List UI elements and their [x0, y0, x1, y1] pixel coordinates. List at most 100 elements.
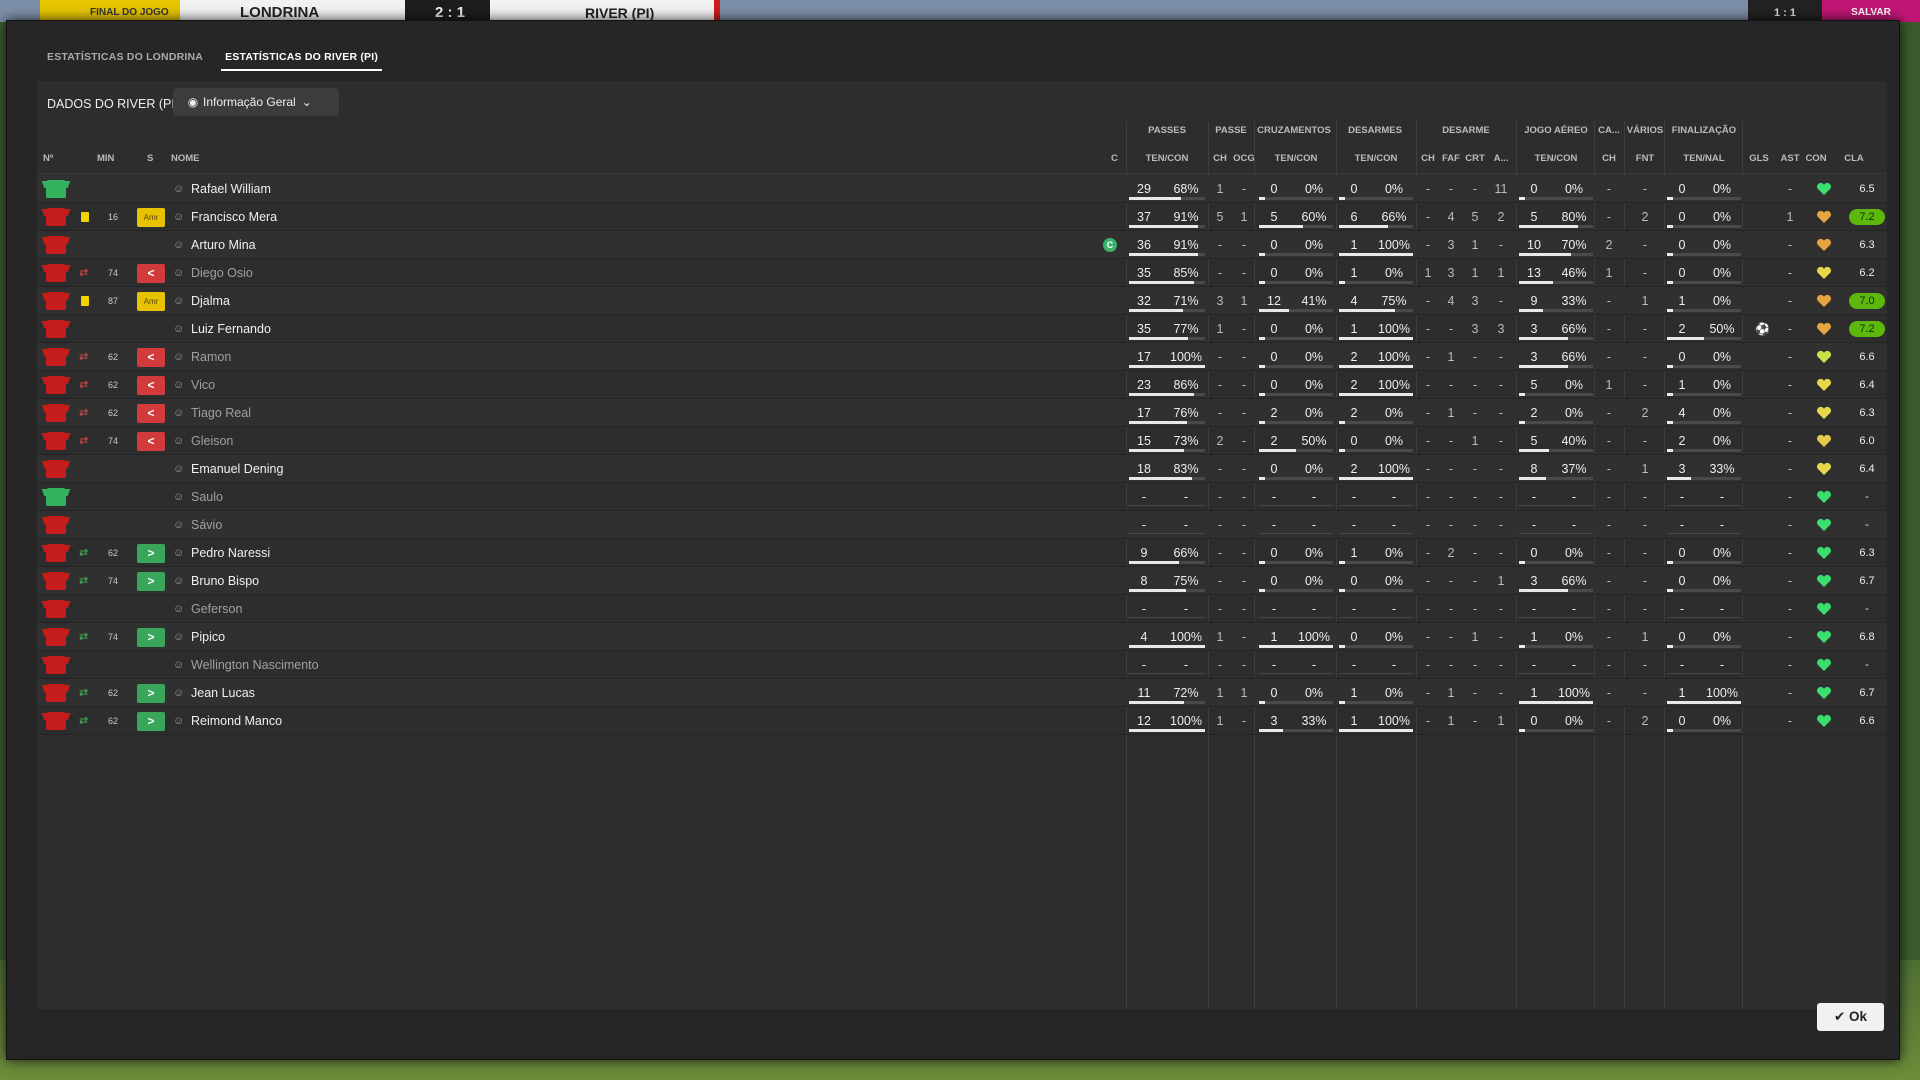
- cru-bar-fill: [1259, 421, 1265, 424]
- header-action[interactable]: SALVAR: [1822, 0, 1920, 22]
- player-name[interactable]: Vico: [191, 371, 215, 399]
- des-bar-track: [1339, 505, 1413, 506]
- player-name[interactable]: Jean Lucas: [191, 679, 255, 707]
- passes-key: -: [1217, 574, 1223, 588]
- player-name[interactable]: Emanuel Dening: [191, 455, 283, 483]
- passes-key: 1: [1216, 630, 1224, 644]
- shirt-icon: [46, 628, 66, 646]
- fouls: -: [1448, 434, 1454, 448]
- des-percent: -: [1391, 658, 1397, 672]
- des-bar-track: [1339, 449, 1413, 452]
- table-row[interactable]: 87 Amr ☺ Djalma 32 71% 3 1 12 41% 4 75% -4 3-9 33% -1 1 0…: [37, 287, 1887, 315]
- event-minute: 16: [107, 212, 118, 222]
- des-bar-fill: [1339, 225, 1388, 228]
- des-bar-track: [1339, 589, 1413, 592]
- cru-bar-fill: [1259, 589, 1265, 592]
- clearances: 1: [1471, 434, 1479, 448]
- player-name[interactable]: Djalma: [191, 287, 230, 315]
- clearances: 3: [1471, 322, 1479, 336]
- table-row[interactable]: ⇄ 74 > ☺ Bruno Bispo 8 75% - -0 0% 0 0% - - -1 3 66% - -0 0…: [37, 567, 1887, 595]
- player-name[interactable]: Pedro Naressi: [191, 539, 270, 567]
- table-row[interactable]: ⇄ 62 < ☺ Ramon 17 100% - -0 0% 2 100% -1- -3 66% - -0 0% -…: [37, 343, 1887, 371]
- table-row[interactable]: ☺ Rafael William 29 68% 1-0 0% 0 0% - - -11 0 0% - -0 0…: [37, 175, 1887, 203]
- aer-bar-fill: [1519, 253, 1571, 256]
- cru-attempts: -: [1271, 490, 1277, 504]
- assists: -: [1787, 378, 1793, 392]
- ok-button[interactable]: ✔ Ok: [1817, 1003, 1884, 1031]
- aer-bar-fill: [1519, 337, 1568, 340]
- aer-bar-fill: [1519, 449, 1549, 452]
- table-row[interactable]: ☺ Arturo Mina C 36 91% - -0 0% 1 100% -3 1-10 70% 2-0…: [37, 231, 1887, 259]
- aer-bar-track: [1519, 729, 1593, 732]
- player-name[interactable]: Tiago Real: [191, 399, 251, 427]
- sub-out-icon: ⇄: [79, 267, 89, 279]
- table-row[interactable]: ⇄ 74 > ☺ Pipico 4 100% 1-1 100% 0 0% - -1-1 0% -1 0 0% -6…: [37, 623, 1887, 651]
- table-row[interactable]: ☺ Saulo - - - - - - - - - - - - - - - - - - - -: [37, 483, 1887, 511]
- cru-bar-track: [1259, 253, 1333, 256]
- player-name[interactable]: Arturo Mina: [191, 231, 256, 259]
- player-name[interactable]: Sávio: [191, 511, 222, 539]
- table-row[interactable]: ⇄ 74 < ☺ Gleison 15 73% 2-2 50% 0 0% - -1-5 40% - -2 0% -…: [37, 427, 1887, 455]
- table-row[interactable]: ☺ Sávio - - - - - - - - - - - - - - - - - - - -: [37, 511, 1887, 539]
- cru-bar-fill: [1259, 281, 1265, 284]
- table-row[interactable]: ⇄ 62 > ☺ Pedro Naressi 9 66% - -0 0% 1 0% -2- -0 0% - -0…: [37, 539, 1887, 567]
- player-name[interactable]: Gleison: [191, 427, 233, 455]
- table-row[interactable]: ⇄ 62 < ☺ Vico 23 86% - -0 0% 2 100% - - - -5 0% 1-1 0% -6.4: [37, 371, 1887, 399]
- assists: -: [1787, 238, 1793, 252]
- pas-attempts: -: [1141, 490, 1147, 504]
- clearances: -: [1472, 462, 1478, 476]
- chances-created: -: [1241, 238, 1247, 252]
- des-bar-fill: [1339, 365, 1413, 368]
- tackles-key: -: [1425, 238, 1431, 252]
- player-name[interactable]: Luiz Fernando: [191, 315, 271, 343]
- shirt-icon: [46, 600, 66, 618]
- des-bar-track: [1339, 281, 1413, 284]
- player-name[interactable]: Diego Osio: [191, 259, 253, 287]
- fin-attempts: -: [1679, 602, 1685, 616]
- table-row[interactable]: 16 Amr ☺ Francisco Mera 37 91% 5 1 5 60% 6 66% -4 5 2 5…: [37, 203, 1887, 231]
- table-row[interactable]: ☺ Luiz Fernando 35 77% 1-0 0% 1 100% - -3 3 3 66% - -2…: [37, 315, 1887, 343]
- stats-panel: DADOS DO RIVER (PI) ◉ Informação Geral ⌄ N…: [37, 81, 1887, 1009]
- hdr-sub-9: TEN/CON: [1534, 153, 1578, 164]
- des-bar-fill: [1339, 309, 1395, 312]
- substituted-off-badge: <: [137, 432, 165, 451]
- table-row[interactable]: ☺ Wellington Nascimento - - - - - - - - - - - - - - - - - -…: [37, 651, 1887, 679]
- fin-bar-fill: [1667, 225, 1673, 228]
- player-name[interactable]: Ramon: [191, 343, 231, 371]
- table-row[interactable]: ☺ Emanuel Dening 18 83% - -0 0% 2 100% - - - -8 37% -1…: [37, 455, 1887, 483]
- player-name[interactable]: Wellington Nascimento: [191, 651, 319, 679]
- table-row[interactable]: ☺ Geferson - - - - - - - - - - - - - - - - - - - -: [37, 595, 1887, 623]
- player-name[interactable]: Reimond Manco: [191, 707, 282, 735]
- captain-icon: C: [1103, 238, 1117, 252]
- cru-bar-track: [1259, 673, 1333, 674]
- fouls: -: [1448, 602, 1454, 616]
- des-percent: -: [1391, 602, 1397, 616]
- player-name[interactable]: Geferson: [191, 595, 242, 623]
- condition-heart-icon: [1817, 406, 1831, 419]
- tackles-key: -: [1425, 686, 1431, 700]
- pas-bar-fill: [1129, 477, 1193, 480]
- player-name[interactable]: Francisco Mera: [191, 203, 277, 231]
- table-row[interactable]: ⇄ 62 < ☺ Tiago Real 17 76% - -2 0% 2 0% -1- -2 0% -2 4 0%…: [37, 399, 1887, 427]
- table-row[interactable]: ⇄ 62 > ☺ Jean Lucas 11 72% 1 1 0 0% 1 0% -1- -1 100% - -1…: [37, 679, 1887, 707]
- event-minute: 74: [107, 436, 118, 446]
- hdr-group-3: DESARMES: [1348, 125, 1402, 136]
- player-name[interactable]: Bruno Bispo: [191, 567, 259, 595]
- aer-percent: -: [1571, 602, 1577, 616]
- player-name[interactable]: Pipico: [191, 623, 225, 651]
- shirt-icon: [46, 292, 66, 310]
- passes-key: 2: [1216, 434, 1224, 448]
- player-name[interactable]: Rafael William: [191, 175, 271, 203]
- headers-key: -: [1606, 322, 1612, 336]
- tab-londrina-stats[interactable]: ESTATÍSTICAS DO LONDRINA: [43, 43, 207, 71]
- headers-key: 2: [1605, 238, 1613, 252]
- person-icon: ☺: [173, 323, 185, 335]
- player-name[interactable]: Saulo: [191, 483, 223, 511]
- table-row[interactable]: ⇄ 62 > ☺ Reimond Manco 12 100% 1-3 33% 1 100% -1-1 0…: [37, 707, 1887, 735]
- person-icon: ☺: [173, 183, 185, 195]
- table-row[interactable]: ⇄ 74 < ☺ Diego Osio 35 85% - -0 0% 1 0% 1 3 1 1 13 46% 1-0…: [37, 259, 1887, 287]
- view-select-dropdown[interactable]: ◉ Informação Geral ⌄: [173, 88, 339, 116]
- tab-river-stats[interactable]: ESTATÍSTICAS DO RIVER (PI): [221, 43, 383, 71]
- des-bar-fill: [1339, 589, 1345, 592]
- des-bar-track: [1339, 533, 1413, 534]
